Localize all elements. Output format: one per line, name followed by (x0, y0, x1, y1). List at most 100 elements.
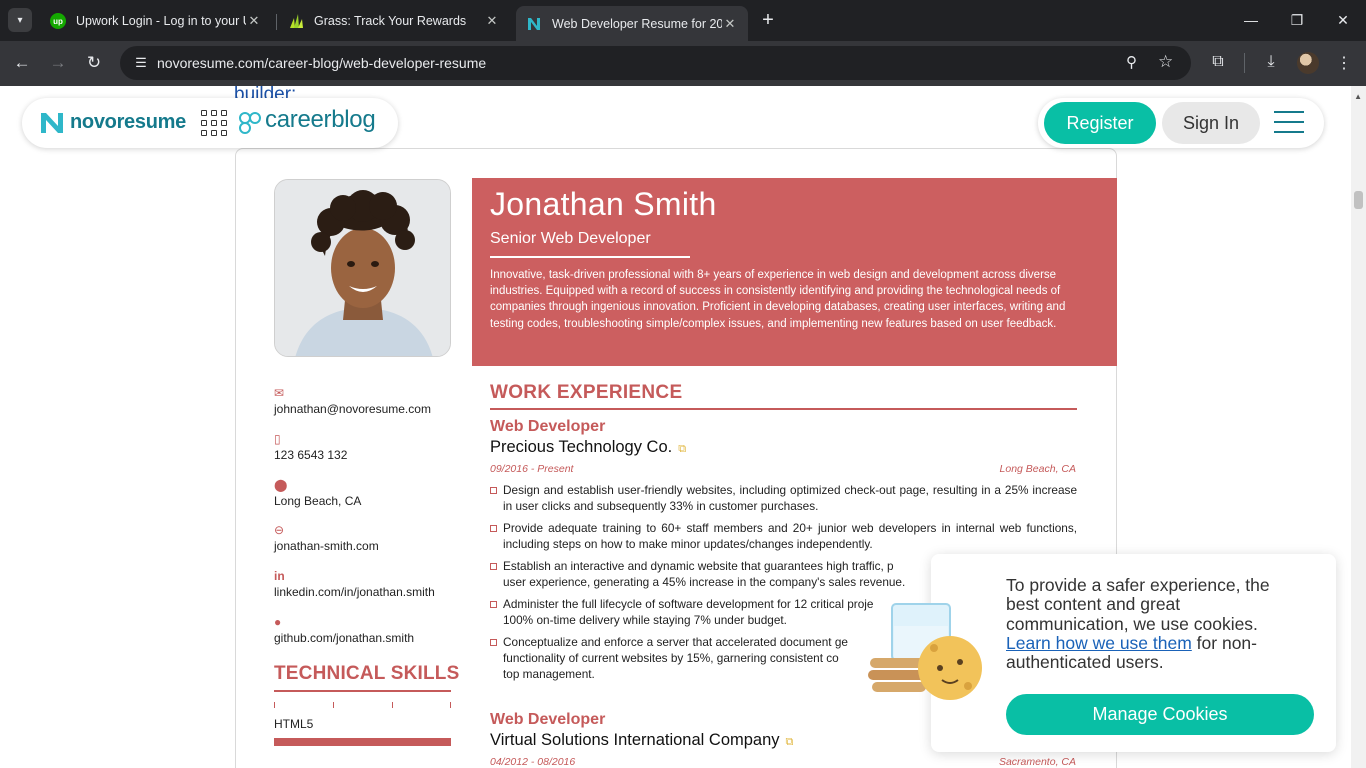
bullet-text: top management. (503, 667, 595, 682)
linkedin-icon: in (274, 569, 285, 583)
contact-phone: ▯ 123 6543 132 (274, 432, 348, 463)
contact-text: github.com/jonathan.smith (274, 631, 415, 645)
page-scrollbar[interactable] (1351, 86, 1366, 768)
contact-website: ⊖ jonathan-smith.com (274, 524, 379, 554)
envelope-icon: ✉ (274, 386, 285, 400)
zoom-icon[interactable]: ⚲ (1126, 53, 1137, 71)
tab-search-button[interactable]: ▾ (8, 8, 32, 32)
restore-icon[interactable]: ❐ (1287, 10, 1307, 30)
contact-text: linkedin.com/in/jonathan.smith (274, 585, 435, 599)
cookie-milk-illustration (868, 603, 982, 700)
technical-skills-title: TECHNICAL SKILLS (274, 663, 460, 684)
tab-upwork[interactable]: up Upwork Login - Log in to your Upwork … (40, 6, 272, 36)
address-bar[interactable]: ☰ novoresume.com/career-blog/web-develop… (120, 46, 1191, 80)
external-link-icon[interactable]: ⧉ (786, 736, 794, 748)
job-title: Web Developer (490, 418, 606, 435)
external-link-icon[interactable]: ⧉ (678, 443, 686, 455)
scale-tick (392, 702, 393, 708)
scale-tick (274, 702, 275, 708)
hamburger-menu-icon[interactable] (1274, 111, 1304, 133)
sign-in-button[interactable]: Sign In (1162, 102, 1260, 144)
novoresume-icon (526, 16, 542, 32)
url-text[interactable]: novoresume.com/career-blog/web-developer… (157, 55, 486, 71)
download-icon[interactable]: ⤓ (1261, 53, 1281, 71)
scale-tick (333, 702, 334, 708)
resume-header: Jonathan Smith Senior Web Developer Inno… (472, 178, 1117, 366)
new-tab-button[interactable]: + (758, 10, 778, 30)
apps-grid-icon[interactable] (201, 110, 227, 136)
bullet-text: 100% on-time delivery while staying 7% u… (503, 612, 787, 627)
cookie-message: To provide a safer experience, the best … (1006, 575, 1306, 672)
site-nav: novoresume careerblog (22, 98, 398, 148)
company-name: Precious Technology Co. (490, 438, 673, 456)
manage-cookies-button[interactable]: Manage Cookies (1006, 694, 1314, 735)
contact-email: ✉ johnathan@novoresume.com (274, 386, 431, 417)
resume-summary: Innovative, task-driven professional wit… (490, 269, 1066, 330)
list-item: Provide adequate training to 60+ staff m… (490, 520, 1077, 552)
tab-strip: ▾ up Upwork Login - Log in to your Upwor… (0, 0, 1366, 41)
bullet-text: Conceptualize and enforce a server that … (503, 634, 848, 649)
forward-icon[interactable]: → (47, 52, 69, 74)
cookie-banner: To provide a safer experience, the best … (931, 554, 1336, 752)
job-dates: 04/2012 - 08/2016 (490, 756, 576, 768)
contact-linkedin: in linkedin.com/in/jonathan.smith (274, 569, 435, 600)
scrollbar-thumb[interactable] (1354, 191, 1363, 209)
tab-novoresume[interactable]: Web Developer Resume for 2024 ✕ (516, 6, 748, 41)
back-icon[interactable]: ← (11, 52, 33, 74)
scroll-up-arrow-icon[interactable]: ▲ (1354, 92, 1362, 101)
tab-title: Grass: Track Your Rewards (314, 14, 467, 28)
cookie-text: To provide a safer experience, the best … (1006, 575, 1270, 634)
tab-title: Upwork Login - Log in to your Upwork acc… (76, 14, 246, 28)
profile-photo (274, 179, 451, 357)
cookie-policy-link[interactable]: Learn how we use them (1006, 633, 1192, 653)
contact-text: Long Beach, CA (274, 494, 362, 508)
work-experience-title: WORK EXPERIENCE (490, 382, 683, 403)
job-title: Web Developer (490, 711, 606, 728)
close-window-icon[interactable]: ✕ (1333, 10, 1353, 30)
contact-text: johnathan@novoresume.com (274, 402, 431, 416)
toolbar-separator (1244, 53, 1245, 73)
skill-name: HTML5 (274, 717, 314, 731)
job-location: Long Beach, CA (999, 463, 1076, 475)
company-name: Virtual Solutions International Company (490, 731, 780, 749)
resume-role: Senior Web Developer (490, 230, 651, 247)
location-pin-icon: ⬤ (274, 478, 288, 492)
bookmark-star-icon[interactable]: ☆ (1158, 52, 1173, 72)
menu-dots-icon[interactable]: ⋮ (1334, 53, 1354, 73)
close-tab-icon[interactable]: ✕ (484, 13, 500, 29)
grass-icon (288, 13, 304, 29)
brand-name[interactable]: novoresume (70, 111, 186, 134)
job-company: Precious Technology Co. ⧉ (490, 438, 686, 457)
bullet-text: Administer the full lifecycle of softwar… (503, 596, 874, 611)
close-tab-icon[interactable]: ✕ (246, 13, 262, 29)
role-underline (490, 256, 690, 258)
close-tab-icon[interactable]: ✕ (722, 16, 738, 32)
auth-nav: Register Sign In (1038, 98, 1324, 148)
careerblog-logo-icon[interactable] (237, 110, 263, 136)
minimize-icon[interactable]: — (1241, 10, 1261, 30)
job-company: Virtual Solutions International Company ⧉ (490, 731, 793, 750)
scale-tick (450, 702, 451, 708)
contact-github: ● github.com/jonathan.smith (274, 616, 415, 646)
tab-title: Web Developer Resume for 2024 (552, 16, 722, 31)
contact-text: 123 6543 132 (274, 448, 348, 462)
extensions-icon[interactable]: ⧉ (1208, 53, 1228, 71)
section-underline (490, 408, 1077, 410)
bullet-text: user experience, generating a 45% increa… (503, 575, 906, 590)
profile-avatar[interactable] (1297, 52, 1319, 74)
phone-icon: ▯ (274, 432, 281, 446)
job-dates: 09/2016 - Present (490, 463, 574, 475)
bullet-text: Provide adequate training to 60+ staff m… (503, 520, 1077, 552)
register-button[interactable]: Register (1044, 102, 1156, 144)
tab-divider (276, 14, 277, 30)
tab-grass[interactable]: Grass: Track Your Rewards ✕ (278, 6, 510, 36)
blog-brand-name[interactable]: careerblog (265, 106, 376, 134)
site-info-icon[interactable]: ☰ (132, 54, 150, 72)
web-page: builder: Jonathan Smith Senior Web Devel… (0, 86, 1366, 768)
resume-name: Jonathan Smith (490, 186, 717, 222)
list-item: Design and establish user-friendly websi… (490, 482, 1077, 514)
reload-icon[interactable]: ↻ (83, 52, 105, 74)
novoresume-logo-icon[interactable] (40, 112, 64, 134)
contact-text: jonathan-smith.com (274, 539, 379, 553)
job-location: Sacramento, CA (998, 756, 1076, 768)
